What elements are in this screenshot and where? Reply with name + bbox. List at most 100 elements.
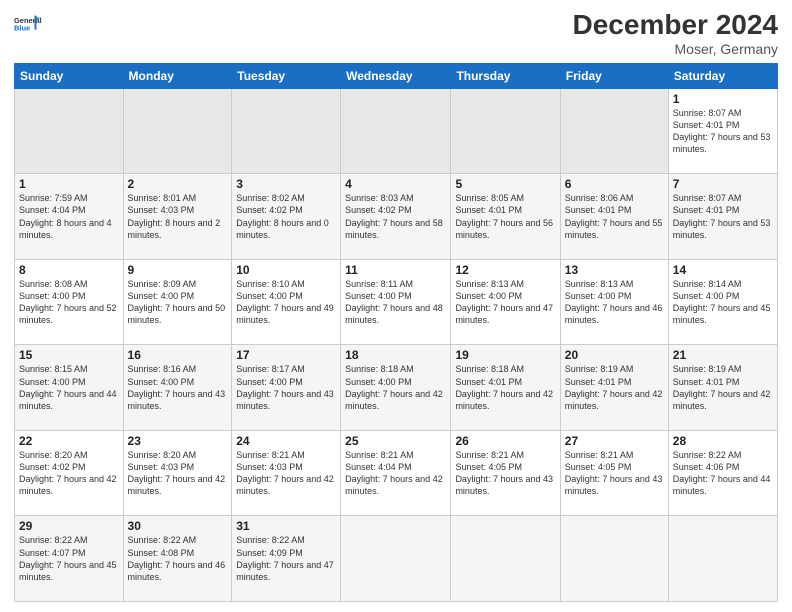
- table-row: 30 Sunrise: 8:22 AMSunset: 4:08 PMDayligh…: [123, 516, 232, 602]
- day-info: Sunrise: 8:21 AMSunset: 4:05 PMDaylight:…: [565, 450, 663, 496]
- day-number: 21: [673, 348, 773, 362]
- day-info: Sunrise: 8:16 AMSunset: 4:00 PMDaylight:…: [128, 364, 226, 410]
- day-info: Sunrise: 8:07 AMSunset: 4:01 PMDaylight:…: [673, 108, 771, 154]
- col-tuesday: Tuesday: [232, 63, 341, 88]
- table-row: [560, 88, 668, 174]
- day-info: Sunrise: 8:18 AMSunset: 4:00 PMDaylight:…: [345, 364, 443, 410]
- calendar-subtitle: Moser, Germany: [573, 41, 778, 57]
- calendar-week-row: 22Sunrise: 8:20 AMSunset: 4:02 PMDayligh…: [15, 430, 778, 516]
- col-wednesday: Wednesday: [341, 63, 451, 88]
- table-row: 17Sunrise: 8:17 AMSunset: 4:00 PMDayligh…: [232, 345, 341, 431]
- table-row: 16 Sunrise: 8:16 AMSunset: 4:00 PMDayligh…: [123, 345, 232, 431]
- table-row: 2Sunrise: 8:01 AMSunset: 4:03 PMDaylight…: [123, 174, 232, 260]
- day-info: Sunrise: 8:17 AMSunset: 4:00 PMDaylight:…: [236, 364, 334, 410]
- day-info: Sunrise: 8:22 AMSunset: 4:06 PMDaylight:…: [673, 450, 771, 496]
- day-info: Sunrise: 8:10 AMSunset: 4:00 PMDaylight:…: [236, 279, 334, 325]
- table-row: 8Sunrise: 8:08 AMSunset: 4:00 PMDaylight…: [15, 259, 124, 345]
- day-info: Sunrise: 8:22 AMSunset: 4:09 PMDaylight:…: [236, 535, 334, 581]
- day-info: Sunrise: 7:59 AMSunset: 4:04 PMDaylight:…: [19, 193, 112, 239]
- day-number: 15: [19, 348, 119, 362]
- day-info: Sunrise: 8:22 AMSunset: 4:08 PMDaylight:…: [128, 535, 226, 581]
- calendar-week-row: 15 Sunrise: 8:15 AMSunset: 4:00 PMDayligh…: [15, 345, 778, 431]
- table-row: 19Sunrise: 8:18 AMSunset: 4:01 PMDayligh…: [451, 345, 560, 431]
- table-row: [341, 88, 451, 174]
- table-row: 25 Sunrise: 8:21 AMSunset: 4:04 PMDayligh…: [341, 430, 451, 516]
- table-row: [560, 516, 668, 602]
- table-row: 1 Sunrise: 8:07 AMSunset: 4:01 PMDaylight…: [668, 88, 777, 174]
- table-row: 28 Sunrise: 8:22 AMSunset: 4:06 PMDayligh…: [668, 430, 777, 516]
- table-row: [341, 516, 451, 602]
- day-info: Sunrise: 8:20 AMSunset: 4:03 PMDaylight:…: [128, 450, 226, 496]
- day-number: 8: [19, 263, 119, 277]
- day-info: Sunrise: 8:13 AMSunset: 4:00 PMDaylight:…: [455, 279, 553, 325]
- day-number: 5: [455, 177, 555, 191]
- table-row: 29Sunrise: 8:22 AMSunset: 4:07 PMDayligh…: [15, 516, 124, 602]
- svg-text:Blue: Blue: [14, 24, 30, 33]
- day-number: 24: [236, 434, 336, 448]
- day-info: Sunrise: 8:21 AMSunset: 4:04 PMDaylight:…: [345, 450, 443, 496]
- day-number: 23: [128, 434, 228, 448]
- table-row: 11 Sunrise: 8:11 AMSunset: 4:00 PMDayligh…: [341, 259, 451, 345]
- calendar-header-row: Sunday Monday Tuesday Wednesday Thursday…: [15, 63, 778, 88]
- day-number: 27: [565, 434, 664, 448]
- day-number: 9: [128, 263, 228, 277]
- day-info: Sunrise: 8:20 AMSunset: 4:02 PMDaylight:…: [19, 450, 117, 496]
- title-block: December 2024 Moser, Germany: [573, 10, 778, 57]
- calendar-week-row: 8Sunrise: 8:08 AMSunset: 4:00 PMDaylight…: [15, 259, 778, 345]
- table-row: 9 Sunrise: 8:09 AMSunset: 4:00 PMDaylight…: [123, 259, 232, 345]
- day-info: Sunrise: 8:11 AMSunset: 4:00 PMDaylight:…: [345, 279, 443, 325]
- col-saturday: Saturday: [668, 63, 777, 88]
- day-number: 1: [673, 92, 773, 106]
- table-row: 21 Sunrise: 8:19 AMSunset: 4:01 PMDayligh…: [668, 345, 777, 431]
- table-row: [451, 516, 560, 602]
- day-number: 20: [565, 348, 664, 362]
- table-row: 15 Sunrise: 8:15 AMSunset: 4:00 PMDayligh…: [15, 345, 124, 431]
- table-row: [668, 516, 777, 602]
- col-thursday: Thursday: [451, 63, 560, 88]
- day-number: 14: [673, 263, 773, 277]
- logo-icon: GeneralBlue: [14, 10, 42, 38]
- day-number: 31: [236, 519, 336, 533]
- table-row: [451, 88, 560, 174]
- day-number: 3: [236, 177, 336, 191]
- day-info: Sunrise: 8:19 AMSunset: 4:01 PMDaylight:…: [673, 364, 771, 410]
- table-row: 7Sunrise: 8:07 AMSunset: 4:01 PMDaylight…: [668, 174, 777, 260]
- day-info: Sunrise: 8:09 AMSunset: 4:00 PMDaylight:…: [128, 279, 226, 325]
- day-number: 12: [455, 263, 555, 277]
- table-row: 14Sunrise: 8:14 AMSunset: 4:00 PMDayligh…: [668, 259, 777, 345]
- logo: GeneralBlue: [14, 10, 42, 38]
- day-number: 25: [345, 434, 446, 448]
- calendar-title: December 2024: [573, 10, 778, 41]
- day-info: Sunrise: 8:01 AMSunset: 4:03 PMDaylight:…: [128, 193, 221, 239]
- table-row: [232, 88, 341, 174]
- col-monday: Monday: [123, 63, 232, 88]
- table-row: 12 Sunrise: 8:13 AMSunset: 4:00 PMDayligh…: [451, 259, 560, 345]
- day-number: 1: [19, 177, 119, 191]
- table-row: 18Sunrise: 8:18 AMSunset: 4:00 PMDayligh…: [341, 345, 451, 431]
- day-number: 7: [673, 177, 773, 191]
- col-friday: Friday: [560, 63, 668, 88]
- calendar-week-row: 29Sunrise: 8:22 AMSunset: 4:07 PMDayligh…: [15, 516, 778, 602]
- day-number: 29: [19, 519, 119, 533]
- day-number: 10: [236, 263, 336, 277]
- calendar-week-row: 1 Sunrise: 8:07 AMSunset: 4:01 PMDaylight…: [15, 88, 778, 174]
- table-row: 31 Sunrise: 8:22 AMSunset: 4:09 PMDayligh…: [232, 516, 341, 602]
- day-info: Sunrise: 8:05 AMSunset: 4:01 PMDaylight:…: [455, 193, 553, 239]
- calendar-week-row: 1 Sunrise: 7:59 AMSunset: 4:04 PMDaylight…: [15, 174, 778, 260]
- day-info: Sunrise: 8:15 AMSunset: 4:00 PMDaylight:…: [19, 364, 117, 410]
- calendar-table: Sunday Monday Tuesday Wednesday Thursday…: [14, 63, 778, 602]
- day-info: Sunrise: 8:03 AMSunset: 4:02 PMDaylight:…: [345, 193, 443, 239]
- day-number: 11: [345, 263, 446, 277]
- table-row: 24Sunrise: 8:21 AMSunset: 4:03 PMDayligh…: [232, 430, 341, 516]
- table-row: 20Sunrise: 8:19 AMSunset: 4:01 PMDayligh…: [560, 345, 668, 431]
- table-row: 1 Sunrise: 7:59 AMSunset: 4:04 PMDaylight…: [15, 174, 124, 260]
- table-row: 22Sunrise: 8:20 AMSunset: 4:02 PMDayligh…: [15, 430, 124, 516]
- table-row: [123, 88, 232, 174]
- day-number: 28: [673, 434, 773, 448]
- table-row: 3Sunrise: 8:02 AMSunset: 4:02 PMDaylight…: [232, 174, 341, 260]
- day-info: Sunrise: 8:13 AMSunset: 4:00 PMDaylight:…: [565, 279, 663, 325]
- day-number: 16: [128, 348, 228, 362]
- table-row: 10 Sunrise: 8:10 AMSunset: 4:00 PMDayligh…: [232, 259, 341, 345]
- table-row: 4Sunrise: 8:03 AMSunset: 4:02 PMDaylight…: [341, 174, 451, 260]
- day-number: 30: [128, 519, 228, 533]
